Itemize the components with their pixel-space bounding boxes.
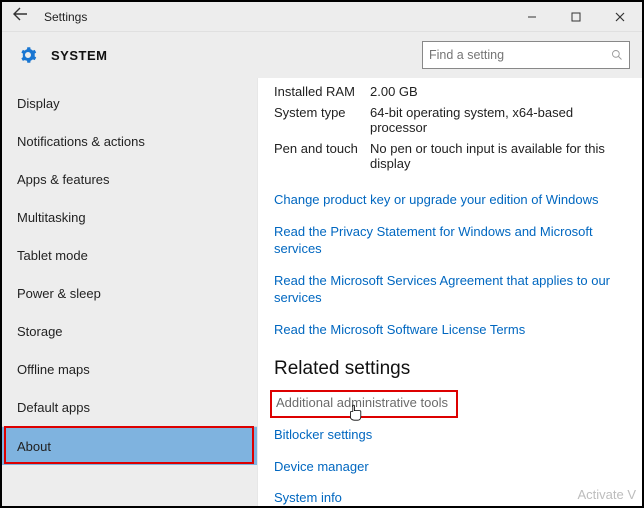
back-button[interactable] <box>2 7 38 26</box>
sidebar-item-about[interactable]: About <box>2 427 257 465</box>
search-box[interactable] <box>422 41 630 69</box>
link-change-key[interactable]: Change product key or upgrade your editi… <box>274 191 642 209</box>
link-agreement[interactable]: Read the Microsoft Services Agreement th… <box>274 272 642 307</box>
sidebar-item-label: Tablet mode <box>17 248 88 263</box>
search-input[interactable] <box>429 48 611 62</box>
sidebar-item-label: Multitasking <box>17 210 86 225</box>
maximize-button[interactable] <box>554 2 598 32</box>
sidebar-item-notifications[interactable]: Notifications & actions <box>2 122 257 160</box>
link-privacy[interactable]: Read the Privacy Statement for Windows a… <box>274 223 642 258</box>
related-heading: Related settings <box>274 358 642 380</box>
close-button[interactable] <box>598 2 642 32</box>
sidebar-item-storage[interactable]: Storage <box>2 312 257 350</box>
window-controls <box>510 2 642 32</box>
spec-value: 64-bit operating system, x64-based proce… <box>370 105 642 135</box>
sidebar-item-label: Apps & features <box>17 172 110 187</box>
sidebar-item-power[interactable]: Power & sleep <box>2 274 257 312</box>
sidebar-item-label: Default apps <box>17 400 90 415</box>
watermark-text: Activate V <box>577 487 636 502</box>
sidebar-item-multitasking[interactable]: Multitasking <box>2 198 257 236</box>
sidebar-item-label: Display <box>17 96 60 111</box>
title-bar: Settings <box>2 2 642 32</box>
spec-value: No pen or touch input is available for t… <box>370 141 642 171</box>
spec-value: 2.00 GB <box>370 84 642 99</box>
sidebar-item-label: About <box>17 439 51 454</box>
spec-row-ram: Installed RAM 2.00 GB <box>274 84 642 99</box>
link-license[interactable]: Read the Microsoft Software License Term… <box>274 321 642 339</box>
sidebar-item-offline-maps[interactable]: Offline maps <box>2 350 257 388</box>
sidebar-item-label: Offline maps <box>17 362 90 377</box>
minimize-button[interactable] <box>510 2 554 32</box>
spec-label: Installed RAM <box>274 84 370 99</box>
sidebar-item-tablet[interactable]: Tablet mode <box>2 236 257 274</box>
content-pane: Installed RAM 2.00 GB System type 64-bit… <box>258 78 642 506</box>
cursor-icon <box>348 404 364 422</box>
gear-icon <box>19 46 37 64</box>
sidebar: Display Notifications & actions Apps & f… <box>2 78 258 506</box>
sidebar-item-display[interactable]: Display <box>2 84 257 122</box>
spec-row-systype: System type 64-bit operating system, x64… <box>274 105 642 135</box>
sidebar-item-label: Power & sleep <box>17 286 101 301</box>
link-bitlocker[interactable]: Bitlocker settings <box>274 426 642 444</box>
sidebar-item-label: Storage <box>17 324 63 339</box>
header-bar: SYSTEM <box>2 32 642 78</box>
sidebar-item-default-apps[interactable]: Default apps <box>2 388 257 426</box>
spec-label: System type <box>274 105 370 135</box>
sidebar-item-label: Notifications & actions <box>17 134 145 149</box>
search-icon <box>611 49 623 61</box>
sidebar-item-apps[interactable]: Apps & features <box>2 160 257 198</box>
spec-label: Pen and touch <box>274 141 370 171</box>
window-title: Settings <box>44 10 510 24</box>
spec-row-pen: Pen and touch No pen or touch input is a… <box>274 141 642 171</box>
link-device-manager[interactable]: Device manager <box>274 458 642 476</box>
section-name: SYSTEM <box>51 48 422 63</box>
